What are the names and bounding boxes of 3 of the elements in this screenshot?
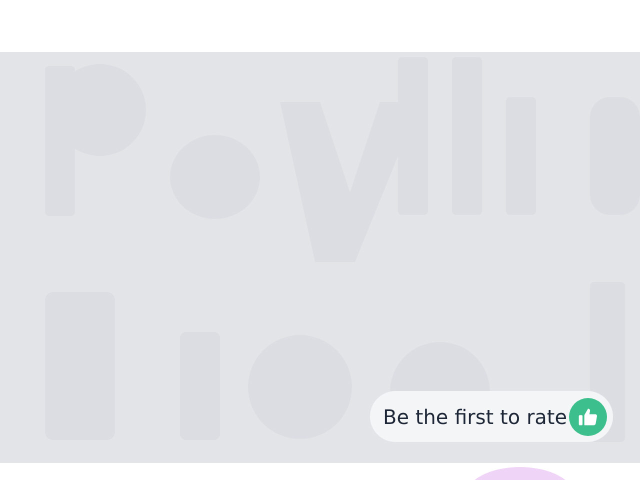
- thumbs-up-icon: [569, 398, 607, 436]
- rating-label: Be the first to rate: [383, 404, 568, 428]
- rating-chip[interactable]: Be the first to rate: [370, 391, 613, 442]
